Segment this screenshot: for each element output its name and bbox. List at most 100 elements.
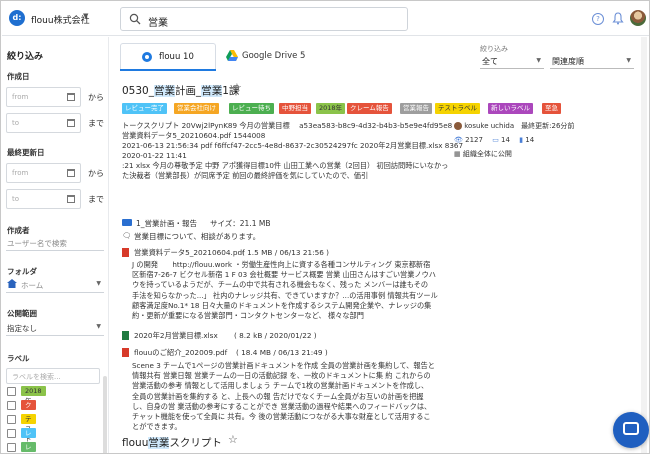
chevron-down-icon: ▼ [96,323,101,330]
sort-value: 関連度順 [552,57,584,66]
google-drive-icon [226,50,238,61]
created-to-field[interactable]: to [6,113,81,133]
label-checkbox[interactable] [7,387,16,396]
snippet-line: 全員の営業計画を集約する と、上長への報 告だけでなくチーム全員がお互いの計画を… [132,391,424,401]
calendar-icon[interactable] [67,169,75,177]
snippet-line: 手法を知らなかった...」 社内のナレッジ共有、できていますか？...の活用事例… [132,290,438,300]
updated-date-label: 最終更新日 [7,148,45,157]
comment-icon: ▭ [492,136,499,144]
snippet-line: 顧客満足度No.1* 18 日々大量のドキュメントを作成するシステム開発企業や、… [132,300,432,310]
tab-google-drive[interactable]: Google Drive 5 [220,43,320,69]
label-checkbox[interactable] [7,415,16,424]
owner-name[interactable]: kosuke uchida [464,122,514,130]
labels-scrollbar[interactable] [103,376,107,453]
tag[interactable]: レビュー待ち [229,103,274,114]
snippet-line: チャット機能を使って全員に 共有。今 後の営業活動につながる大事な財産として活用… [132,412,431,422]
chevron-down-icon[interactable]: ▼ [83,12,88,20]
folder-value: ホーム [21,281,44,290]
label-tag: 2018年 [21,386,46,405]
file-meta: ( 18.4 MB / 06/13 21:49 ) [236,348,328,357]
tag[interactable]: 営業会社向け [174,103,219,114]
snippet-line: 約・更新が重要になる営業部門・コンタクトセンターなど、 様々な部門 [132,311,364,321]
result-title[interactable]: flouu営業スクリプト [122,435,222,450]
bell-icon[interactable] [612,12,624,25]
comment-icon: 🗨 [122,231,132,240]
label-checkbox[interactable] [7,429,16,438]
tab-flouu[interactable]: flouu 10 [120,43,216,69]
star-icon[interactable]: ☆ [232,81,242,94]
filter-sidebar: 絞り込み 作成日 from から to まで 最終更新日 from から to … [2,37,109,453]
updated-to-field[interactable]: to [6,189,81,209]
from-placeholder: from [12,93,29,101]
tag[interactable]: 至急 [542,103,561,114]
tab-google-drive-label: Google Drive 5 [242,51,306,61]
active-tab-indicator [120,69,216,71]
folder-select[interactable]: ホーム ▼ [6,277,104,293]
label-search-input[interactable]: ラベルを検索... [6,368,100,384]
logo-icon[interactable]: d: [9,10,25,26]
home-icon [7,279,17,288]
file-meta: ( 1.5 MB / 06/13 21:56 ) [242,248,330,257]
text-line: 営業資料データ5_20210604.pdf 1544008 [122,131,266,140]
snippet-line: ウを持っているようだが、チームの中で共有される機会もなく、残った メンバーは誰も… [132,280,429,290]
pdf-icon [122,248,129,257]
filter-select[interactable]: 全て ▼ [480,54,544,69]
result-title[interactable]: 0530_営業計画_営業1課 [122,83,239,98]
file-name: 2020年2月営業目標.xlsx [134,331,218,340]
chevron-down-icon: ▼ [536,57,541,64]
labels-label: ラベル [7,354,30,363]
tag[interactable]: 中野担当 [279,103,311,114]
pdf-icon [122,348,129,357]
avatar[interactable] [630,10,646,26]
from-suffix: から [88,93,104,102]
last-updated: 最終更新:26分前 [521,122,575,130]
created-from-field[interactable]: from [6,87,81,107]
tab-flouu-label: flouu 10 [159,52,194,62]
top-bar: d: flouu株式会社 ▼ 営業 ? [2,2,649,36]
building-icon: ▦ [454,150,461,158]
sidebar-title: 絞り込み [7,52,44,62]
sort-select[interactable]: 関連度順 ▼ [550,54,634,69]
file-snippet: J の開発 http://flouu.work ・労働生産性向上に資する各種コン… [132,260,438,321]
tag[interactable]: クレーム報告 [347,103,392,114]
folder-label: フォルダ [7,267,37,276]
tag[interactable]: 新しいラベル [488,103,533,114]
help-icon[interactable]: ? [592,13,604,25]
snippet-line: し、自身の営 業活動の参考にすることができ 営業活動の過程や結果へのフィードバッ… [132,401,432,411]
scope-select[interactable]: 指定なし ▼ [6,320,104,336]
calendar-icon[interactable] [67,93,75,101]
search-input[interactable]: 営業 [120,7,408,31]
updated-from-field[interactable]: from [6,163,81,183]
calendar-icon[interactable] [67,195,75,203]
tag[interactable]: レビュー完了 [122,103,167,114]
chevron-down-icon: ▼ [626,57,631,64]
scope-value: 指定なし [7,324,37,333]
to-suffix: まで [88,195,104,204]
chat-button[interactable] [613,412,649,448]
calendar-icon[interactable] [67,119,75,127]
search-icon [129,13,141,25]
from-suffix: から [88,169,104,178]
view-count: 2127 [465,136,483,144]
text-line: 2020-01-22 11:41 [122,151,187,160]
author-search-input[interactable]: ユーザー名で検索 [6,235,104,251]
snippet-line: とができます。 [132,422,182,432]
excel-icon [122,331,129,340]
page-scrollbar[interactable] [641,37,647,453]
to-placeholder: to [12,119,20,127]
tag[interactable]: 営業報告 [400,103,432,114]
tag[interactable]: 2018年 [316,103,346,114]
file-snippet: Scene 3 チームで1ページの営業計画ドキュメントを作成 全員の営業計画を集… [132,361,435,432]
org-name[interactable]: flouu株式会社 [31,13,90,26]
snippet-line: J の開発 http://flouu.work ・労働生産性向上に資する各種コン… [132,260,431,269]
star-icon[interactable]: ☆ [228,433,238,446]
snippet-line: 情報共有 営業日報 営業チームの一日の活動記録 を、一枚のドキュメントに集 約 … [132,371,431,381]
label-checkbox[interactable] [7,443,16,452]
label-checkbox[interactable] [7,401,16,410]
search-value: 営業 [148,18,168,29]
text-line: :21 xlsx 今月の尊敬予定 中野 アポ獲得目標10件 山田工業への営業（2… [122,161,449,170]
snippet-line: Scene 3 チームで1ページの営業計画ドキュメントを作成 全員の営業計画を集… [132,361,435,370]
label-tag: レビュー待ち [21,442,36,452]
tag[interactable]: テストラベル [435,103,480,114]
author-placeholder: ユーザー名で検索 [7,239,67,248]
